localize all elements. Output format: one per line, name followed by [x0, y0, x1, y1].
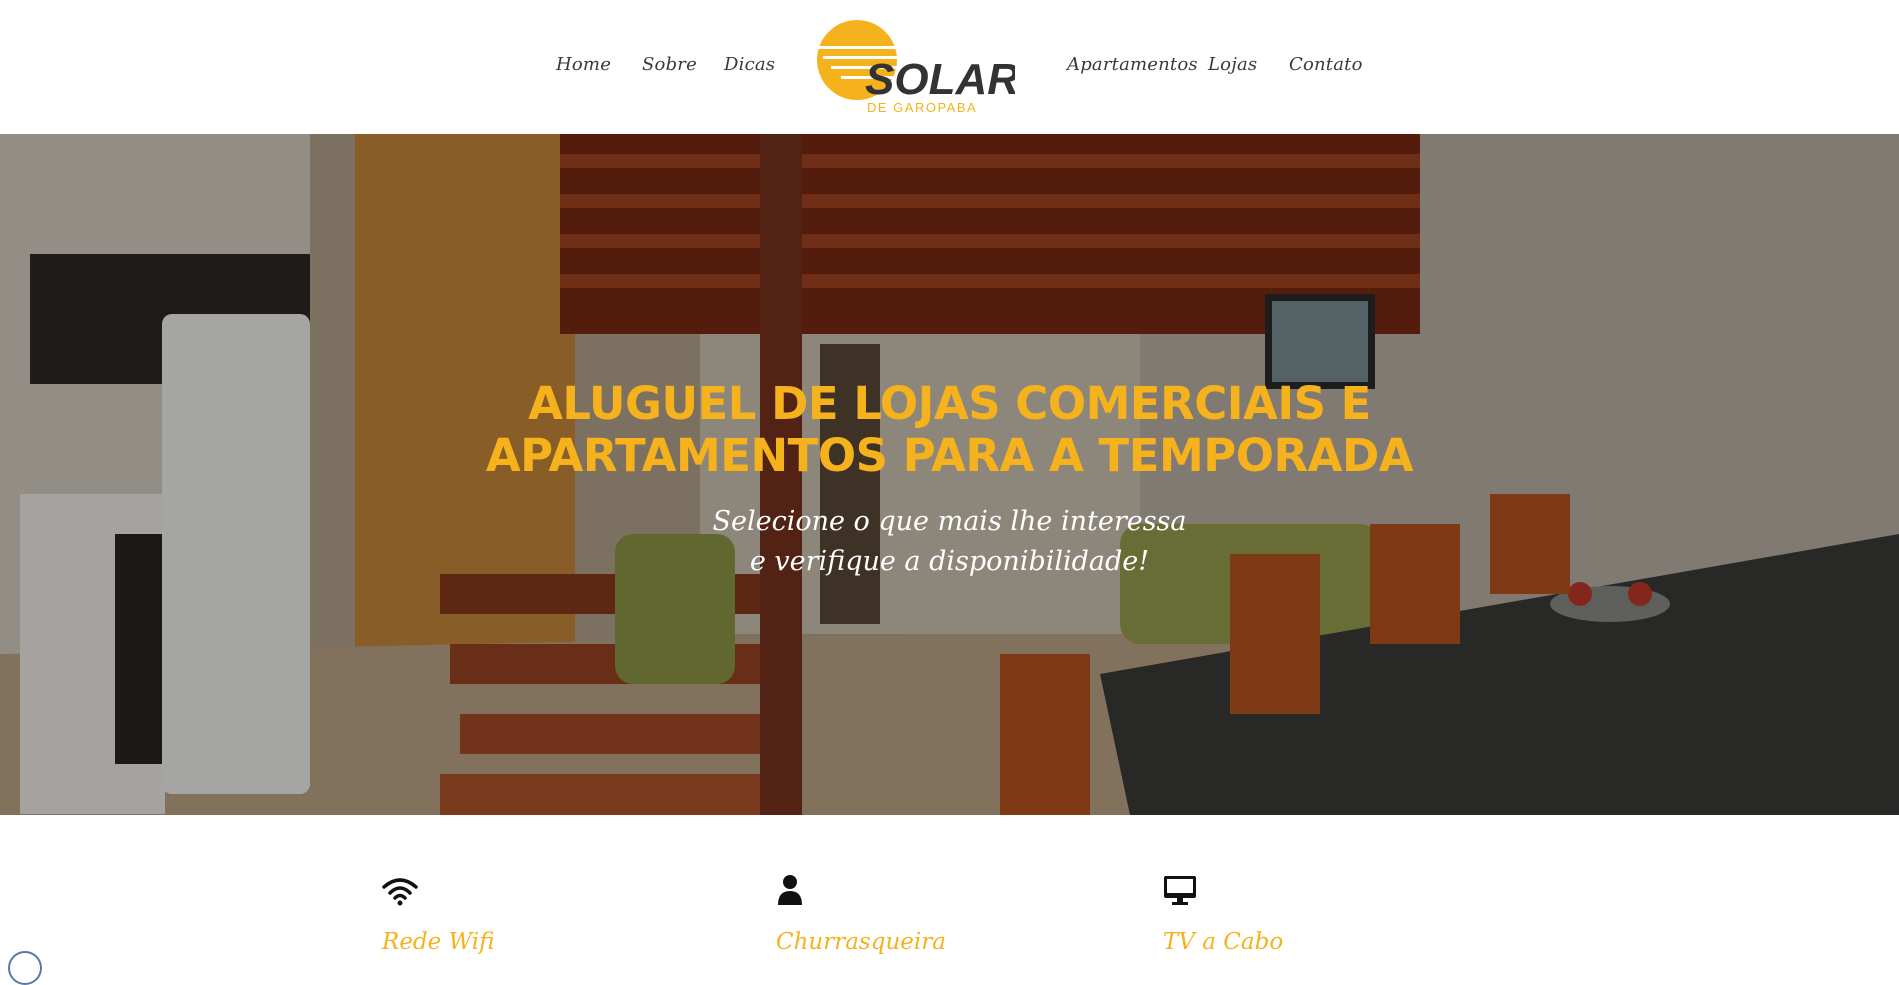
- nav-sobre[interactable]: Sobre: [642, 54, 697, 75]
- svg-text:SOLAR: SOLAR: [865, 55, 1015, 104]
- chat-widget-button[interactable]: [8, 951, 42, 985]
- user-icon: [778, 875, 802, 905]
- nav-lojas[interactable]: Lojas: [1208, 54, 1257, 75]
- hero-banner: ALUGUEL DE LOJAS COMERCIAIS E APARTAMENT…: [0, 134, 1899, 815]
- feature-label-wifi: Rede Wifi: [382, 929, 495, 955]
- feature-label-churrasqueira: Churrasqueira: [776, 929, 946, 955]
- nav-contato[interactable]: Contato: [1289, 54, 1363, 75]
- nav-home[interactable]: Home: [556, 54, 611, 75]
- hero-title-line-1: ALUGUEL DE LOJAS COMERCIAIS E: [528, 377, 1371, 430]
- svg-text:DE GAROPABA: DE GAROPABA: [867, 100, 977, 115]
- wifi-icon: [382, 878, 418, 906]
- hero-title-line-2: APARTAMENTOS PARA A TEMPORADA: [485, 429, 1414, 482]
- hero-subtitle-line-2: e verifique a disponibilidade!: [749, 546, 1150, 577]
- nav-dicas[interactable]: Dicas: [724, 54, 775, 75]
- monitor-icon: [1164, 876, 1196, 905]
- hero-subtitle: Selecione o que mais lhe interessa e ver…: [0, 502, 1899, 582]
- nav-apartamentos[interactable]: Apartamentos: [1067, 54, 1198, 75]
- hero-title: ALUGUEL DE LOJAS COMERCIAIS E APARTAMENT…: [0, 378, 1899, 482]
- hero-subtitle-line-1: Selecione o que mais lhe interessa: [712, 506, 1187, 537]
- features-section: Rede Wifi Churrasqueira TV a Cabo: [0, 815, 1899, 959]
- feature-label-tv-cabo: TV a Cabo: [1163, 929, 1284, 955]
- site-header: Home Sobre Dicas SOLAR DE GAROPABA Apart…: [0, 0, 1899, 134]
- solar-logo[interactable]: SOLAR DE GAROPABA: [815, 16, 1015, 116]
